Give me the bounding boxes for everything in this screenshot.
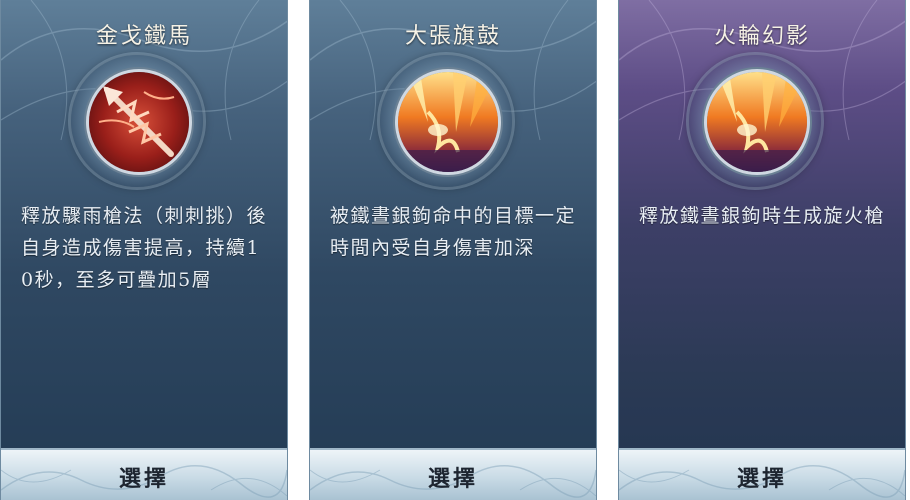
spear-thrust-icon [89, 72, 189, 172]
talent-card-3[interactable]: 火輪幻影 釋放鐵晝銀鉤時生成旋火槍 選擇 [618, 0, 906, 500]
select-button-label: 選擇 [736, 466, 787, 492]
card-title: 金戈鐵馬 [95, 24, 192, 49]
card-title: 火輪幻影 [713, 24, 810, 49]
fire-burst-icon [707, 72, 807, 172]
select-button-label: 選擇 [427, 466, 478, 492]
select-button[interactable]: 選擇 [619, 448, 905, 500]
card-description: 釋放鐵晝銀鉤時生成旋火槍 [639, 205, 886, 227]
select-button[interactable]: 選擇 [310, 448, 596, 500]
select-button-label: 選擇 [118, 466, 169, 492]
card-title: 大張旗鼓 [404, 24, 501, 49]
fire-burst-icon [398, 72, 498, 172]
select-button[interactable]: 選擇 [1, 448, 287, 500]
talent-card-2[interactable]: 大張旗鼓 被鐵晝銀鉤命中的目標一定時間內受自身傷害加深 選擇 [309, 0, 597, 500]
talent-card-1[interactable]: 金戈鐵馬 釋放驟雨槍法（刺刺挑）後自身造成傷害提高，持續10秒，至多可疊加5層 [0, 0, 288, 500]
card-description: 被鐵晝銀鉤命中的目標一定時間內受自身傷害加深 [330, 205, 577, 259]
card-description: 釋放驟雨槍法（刺刺挑）後自身造成傷害提高，持續10秒，至多可疊加5層 [21, 205, 268, 291]
